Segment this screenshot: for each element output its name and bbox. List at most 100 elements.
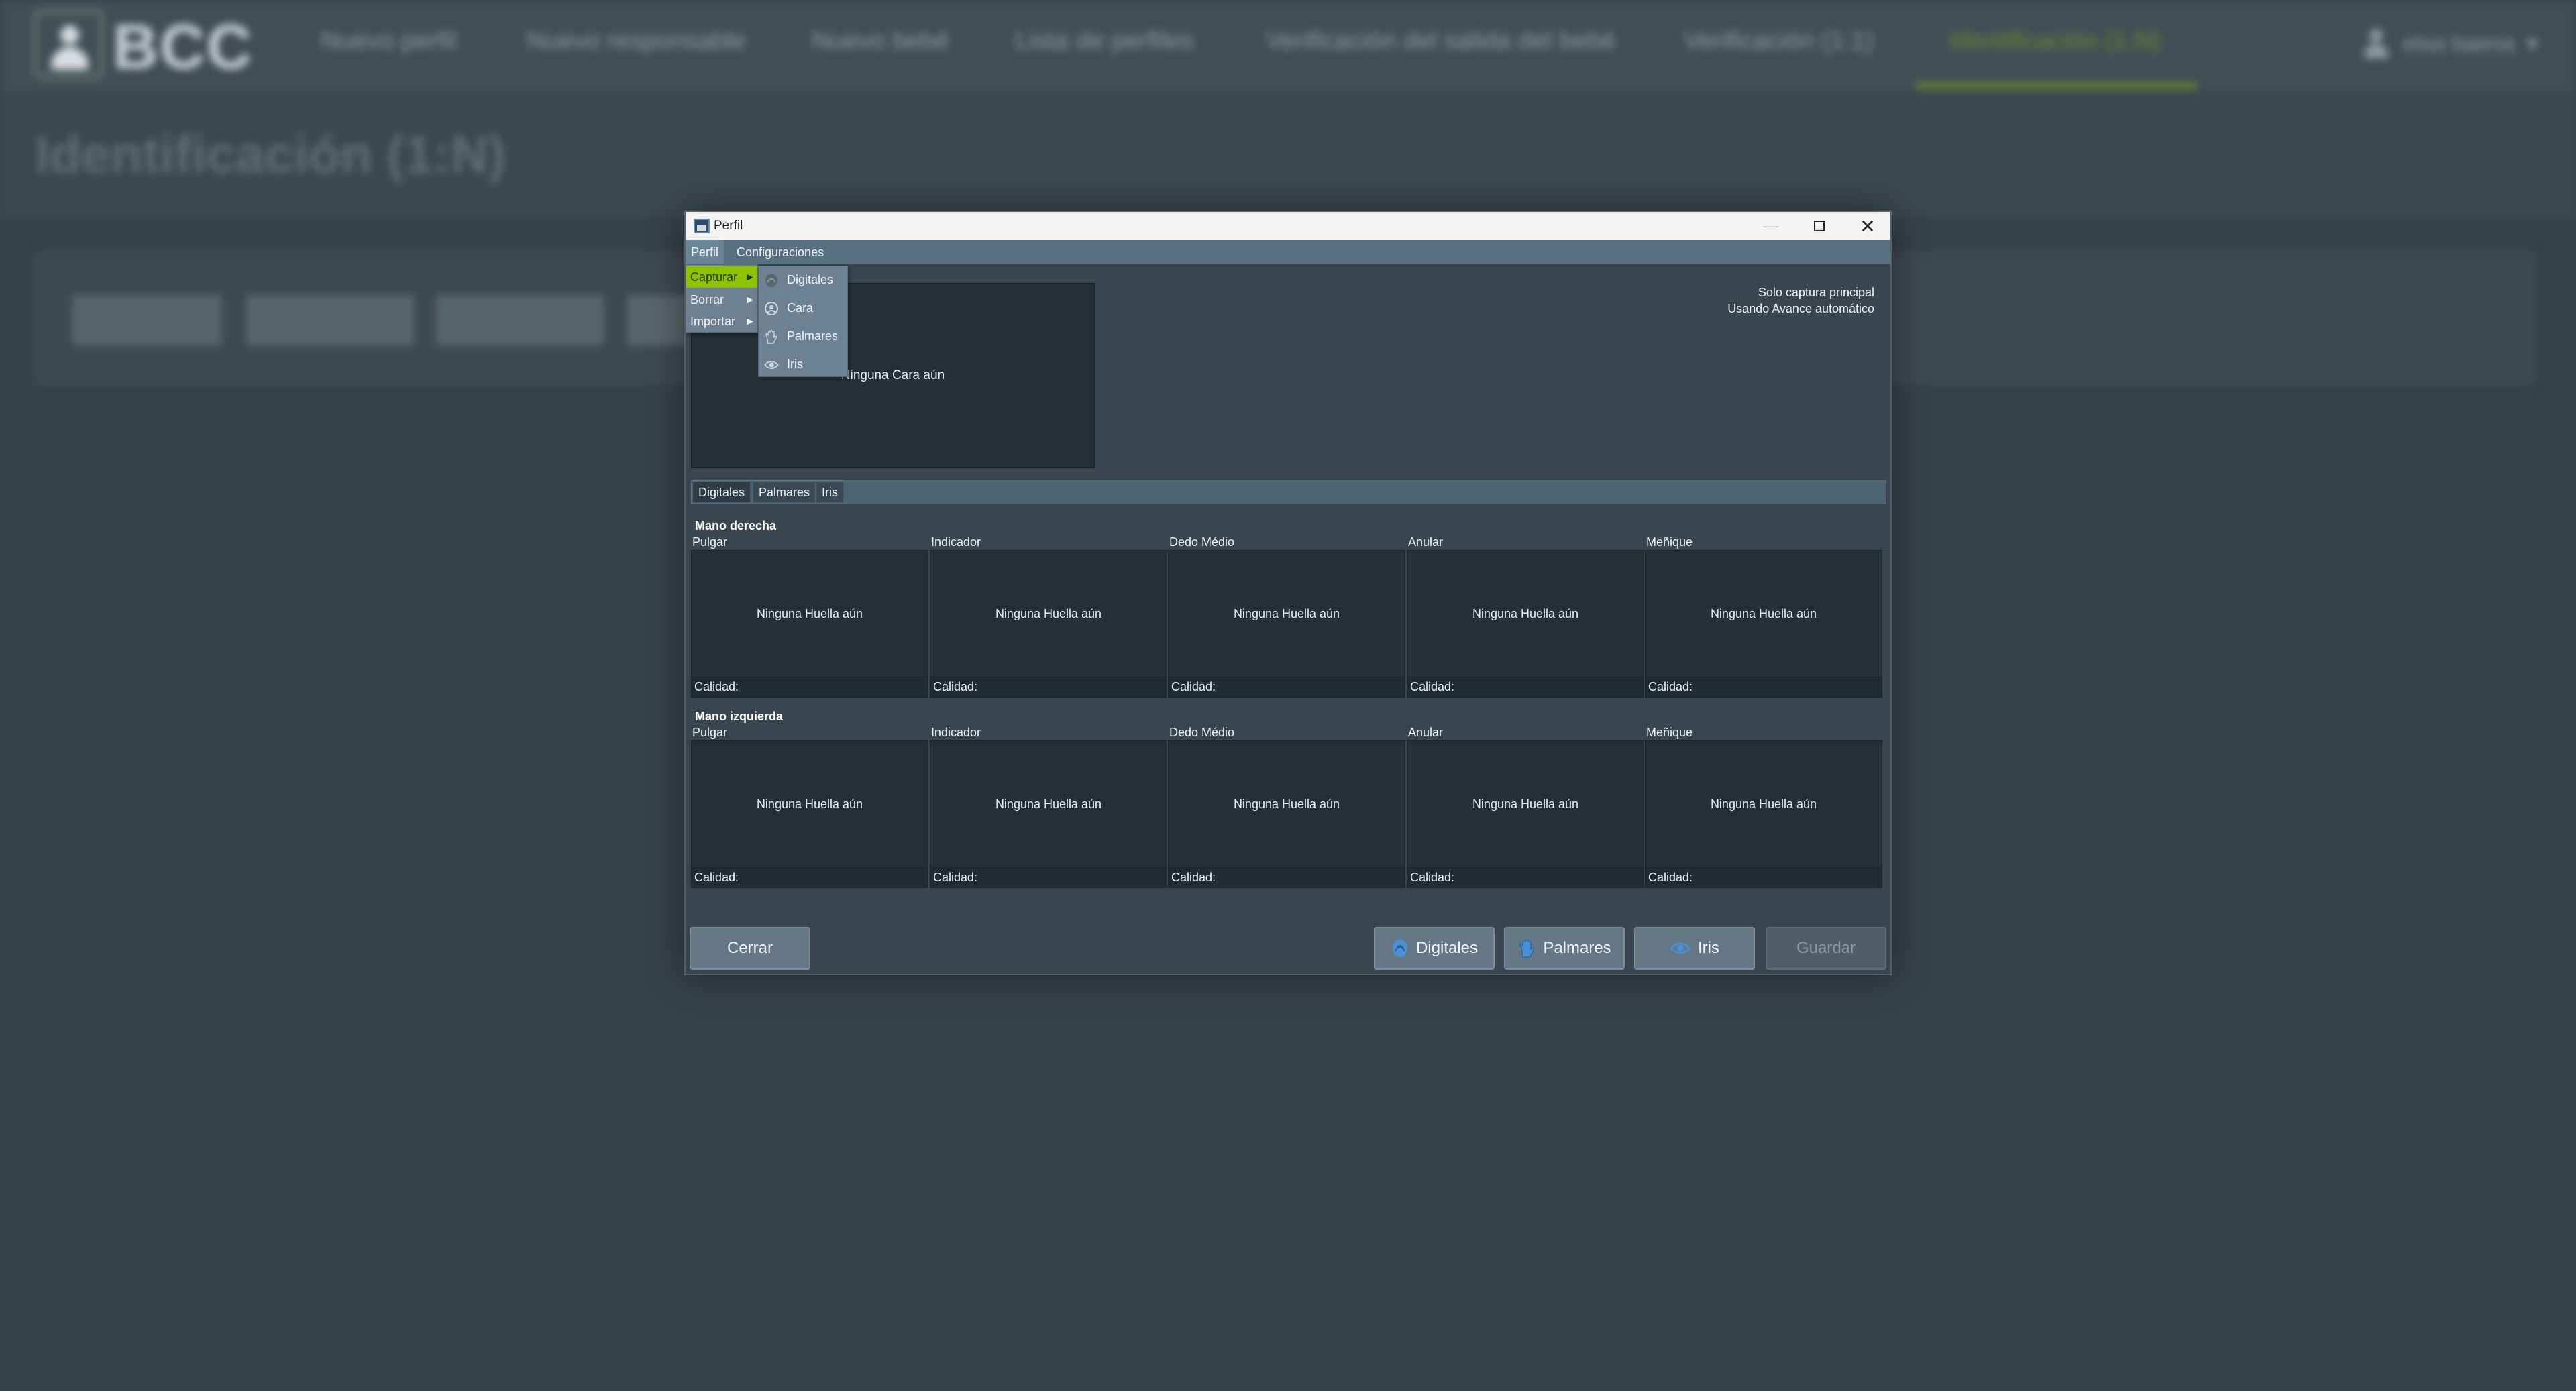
quality-label: Calidad: bbox=[1645, 677, 1882, 698]
biometric-tabs: Digitales Palmares Iris bbox=[691, 480, 1886, 504]
status-line-2: Usando Avance automático bbox=[1727, 302, 1874, 315]
submenu-iris[interactable]: Iris bbox=[759, 353, 847, 375]
finger-name: Meñique bbox=[1646, 535, 1693, 549]
fingerprint-placeholder: Ninguna Huella aún bbox=[1472, 606, 1579, 620]
submenu-digitales[interactable]: Digitales bbox=[759, 269, 847, 290]
user-menu[interactable]: elsa baena ▾ bbox=[2361, 27, 2538, 60]
finger-name: Pulgar bbox=[692, 535, 728, 549]
submenu-cara-label: Cara bbox=[787, 301, 814, 315]
menu-item-capturar-label: Capturar bbox=[690, 270, 738, 284]
quality-label: Calidad: bbox=[1407, 677, 1644, 698]
menu-configuraciones[interactable]: Configuraciones bbox=[731, 240, 829, 264]
tab-digitales[interactable]: Digitales bbox=[693, 482, 751, 502]
quality-label: Calidad: bbox=[930, 868, 1167, 888]
capture-iris-button[interactable]: Iris bbox=[1634, 927, 1755, 970]
fingerprint-preview[interactable]: Ninguna Huella aún bbox=[930, 740, 1167, 868]
logo-text: BCC bbox=[113, 11, 254, 82]
nav-verificacion-salida[interactable]: Verificación del salida del bebé bbox=[1266, 27, 1616, 56]
window-title: Perfil bbox=[714, 219, 743, 233]
maximize-icon bbox=[1814, 221, 1825, 231]
quality-label: Calidad: bbox=[691, 677, 928, 698]
close-button[interactable]: Cerrar bbox=[690, 927, 810, 970]
fingerprint-placeholder: Ninguna Huella aún bbox=[756, 606, 863, 620]
submenu-palmares[interactable]: Palmares bbox=[759, 325, 847, 347]
app-logo: BCC bbox=[34, 9, 252, 82]
finger-name: Dedo Médio bbox=[1169, 726, 1235, 739]
minimize-button[interactable]: — bbox=[1747, 212, 1795, 240]
perfil-dialog: Perfil — ✕ Perfil Configuraciones Solo c… bbox=[684, 211, 1892, 975]
right-hand-title: Mano derecha bbox=[695, 519, 777, 533]
menu-perfil[interactable]: Perfil bbox=[686, 240, 724, 264]
capture-digitales-button[interactable]: Digitales bbox=[1374, 927, 1495, 970]
menu-item-importar-label: Importar bbox=[690, 315, 736, 328]
finger-name: Meñique bbox=[1646, 726, 1693, 739]
fingerprint-preview[interactable]: Ninguna Huella aún bbox=[1407, 740, 1644, 868]
quality-label: Calidad: bbox=[1407, 868, 1644, 888]
card-button-2[interactable] bbox=[246, 295, 414, 345]
maximize-button[interactable] bbox=[1795, 212, 1843, 240]
fingerprint-preview[interactable]: Ninguna Huella aún bbox=[691, 740, 928, 868]
close-button-label: Cerrar bbox=[727, 939, 773, 957]
quality-label: Calidad: bbox=[1168, 868, 1405, 888]
fingerprint-placeholder: Ninguna Huella aún bbox=[1472, 797, 1579, 811]
finger-name: Indicador bbox=[931, 726, 981, 739]
palm-icon bbox=[765, 329, 777, 344]
window-titlebar[interactable]: Perfil — ✕ bbox=[686, 212, 1890, 240]
finger-name: Anular bbox=[1408, 726, 1444, 739]
save-button-label: Guardar bbox=[1796, 939, 1856, 957]
submenu-arrow-icon: ▶ bbox=[747, 316, 753, 326]
menu-item-borrar[interactable]: Borrar ▶ bbox=[686, 289, 757, 311]
card-button-1[interactable] bbox=[72, 295, 221, 345]
palm-icon bbox=[1519, 939, 1535, 958]
fingerprint-preview[interactable]: Ninguna Huella aún bbox=[1168, 740, 1405, 868]
quality-label: Calidad: bbox=[691, 868, 928, 888]
tab-palmares[interactable]: Palmares bbox=[753, 482, 816, 502]
submenu-arrow-icon: ▶ bbox=[747, 272, 753, 282]
submenu-palmares-label: Palmares bbox=[787, 329, 839, 343]
fingerprint-placeholder: Ninguna Huella aún bbox=[1710, 606, 1817, 620]
save-button[interactable]: Guardar bbox=[1766, 927, 1886, 970]
app-window-icon bbox=[694, 219, 710, 233]
fingerprint-placeholder: Ninguna Huella aún bbox=[995, 606, 1102, 620]
status-line-1: Solo captura principal bbox=[1758, 286, 1874, 299]
fingerprint-icon bbox=[1392, 940, 1407, 957]
quality-label: Calidad: bbox=[930, 677, 1167, 698]
user-icon bbox=[2361, 27, 2391, 60]
eye-icon bbox=[1670, 942, 1691, 954]
top-navigation: BCC Nuevo perfil Nuevo responsable Nuevo… bbox=[0, 0, 2576, 91]
capture-palmares-button[interactable]: Palmares bbox=[1504, 927, 1625, 970]
fingerprint-placeholder: Ninguna Huella aún bbox=[756, 797, 863, 811]
perfil-dropdown: Capturar ▶ Borrar ▶ Importar ▶ bbox=[686, 264, 758, 333]
user-name: elsa baena bbox=[2403, 30, 2515, 56]
nav-nuevo-perfil[interactable]: Nuevo perfil bbox=[321, 27, 457, 56]
nav-nuevo-bebe[interactable]: Nuevo bebé bbox=[812, 27, 949, 56]
digitales-button-label: Digitales bbox=[1415, 939, 1479, 957]
submenu-arrow-icon: ▶ bbox=[747, 294, 753, 304]
menubar: Perfil Configuraciones bbox=[686, 240, 1890, 264]
submenu-cara[interactable]: Cara bbox=[759, 297, 847, 319]
face-icon bbox=[765, 302, 778, 315]
fingerprint-preview[interactable]: Ninguna Huella aún bbox=[930, 550, 1167, 677]
quality-label: Calidad: bbox=[1168, 677, 1405, 698]
eye-icon bbox=[764, 361, 779, 369]
menu-item-capturar[interactable]: Capturar ▶ bbox=[686, 266, 757, 288]
fingerprint-preview[interactable]: Ninguna Huella aún bbox=[1645, 550, 1882, 677]
submenu-iris-label: Iris bbox=[787, 357, 803, 371]
nav-verificacion-1-1[interactable]: Verificación (1:1) bbox=[1684, 27, 1874, 56]
nav-nuevo-responsable[interactable]: Nuevo responsable bbox=[527, 27, 746, 56]
logo-icon bbox=[34, 9, 103, 79]
menu-item-importar[interactable]: Importar ▶ bbox=[686, 311, 757, 332]
tab-iris[interactable]: Iris bbox=[816, 482, 843, 502]
finger-name: Dedo Médio bbox=[1169, 535, 1235, 549]
nav-identificacion-1-n[interactable]: Identificación (1:N) bbox=[1949, 27, 2161, 56]
close-window-button[interactable]: ✕ bbox=[1843, 212, 1892, 240]
fingerprint-preview[interactable]: Ninguna Huella aún bbox=[1168, 550, 1405, 677]
fingerprint-preview[interactable]: Ninguna Huella aún bbox=[1645, 740, 1882, 868]
fingerprint-preview[interactable]: Ninguna Huella aún bbox=[1407, 550, 1644, 677]
finger-name: Indicador bbox=[931, 535, 981, 549]
finger-name: Pulgar bbox=[692, 726, 728, 739]
finger-name: Anular bbox=[1408, 535, 1444, 549]
card-button-3[interactable] bbox=[436, 295, 604, 345]
fingerprint-preview[interactable]: Ninguna Huella aún bbox=[691, 550, 928, 677]
nav-lista-perfiles[interactable]: Lista de perfiles bbox=[1015, 27, 1193, 56]
